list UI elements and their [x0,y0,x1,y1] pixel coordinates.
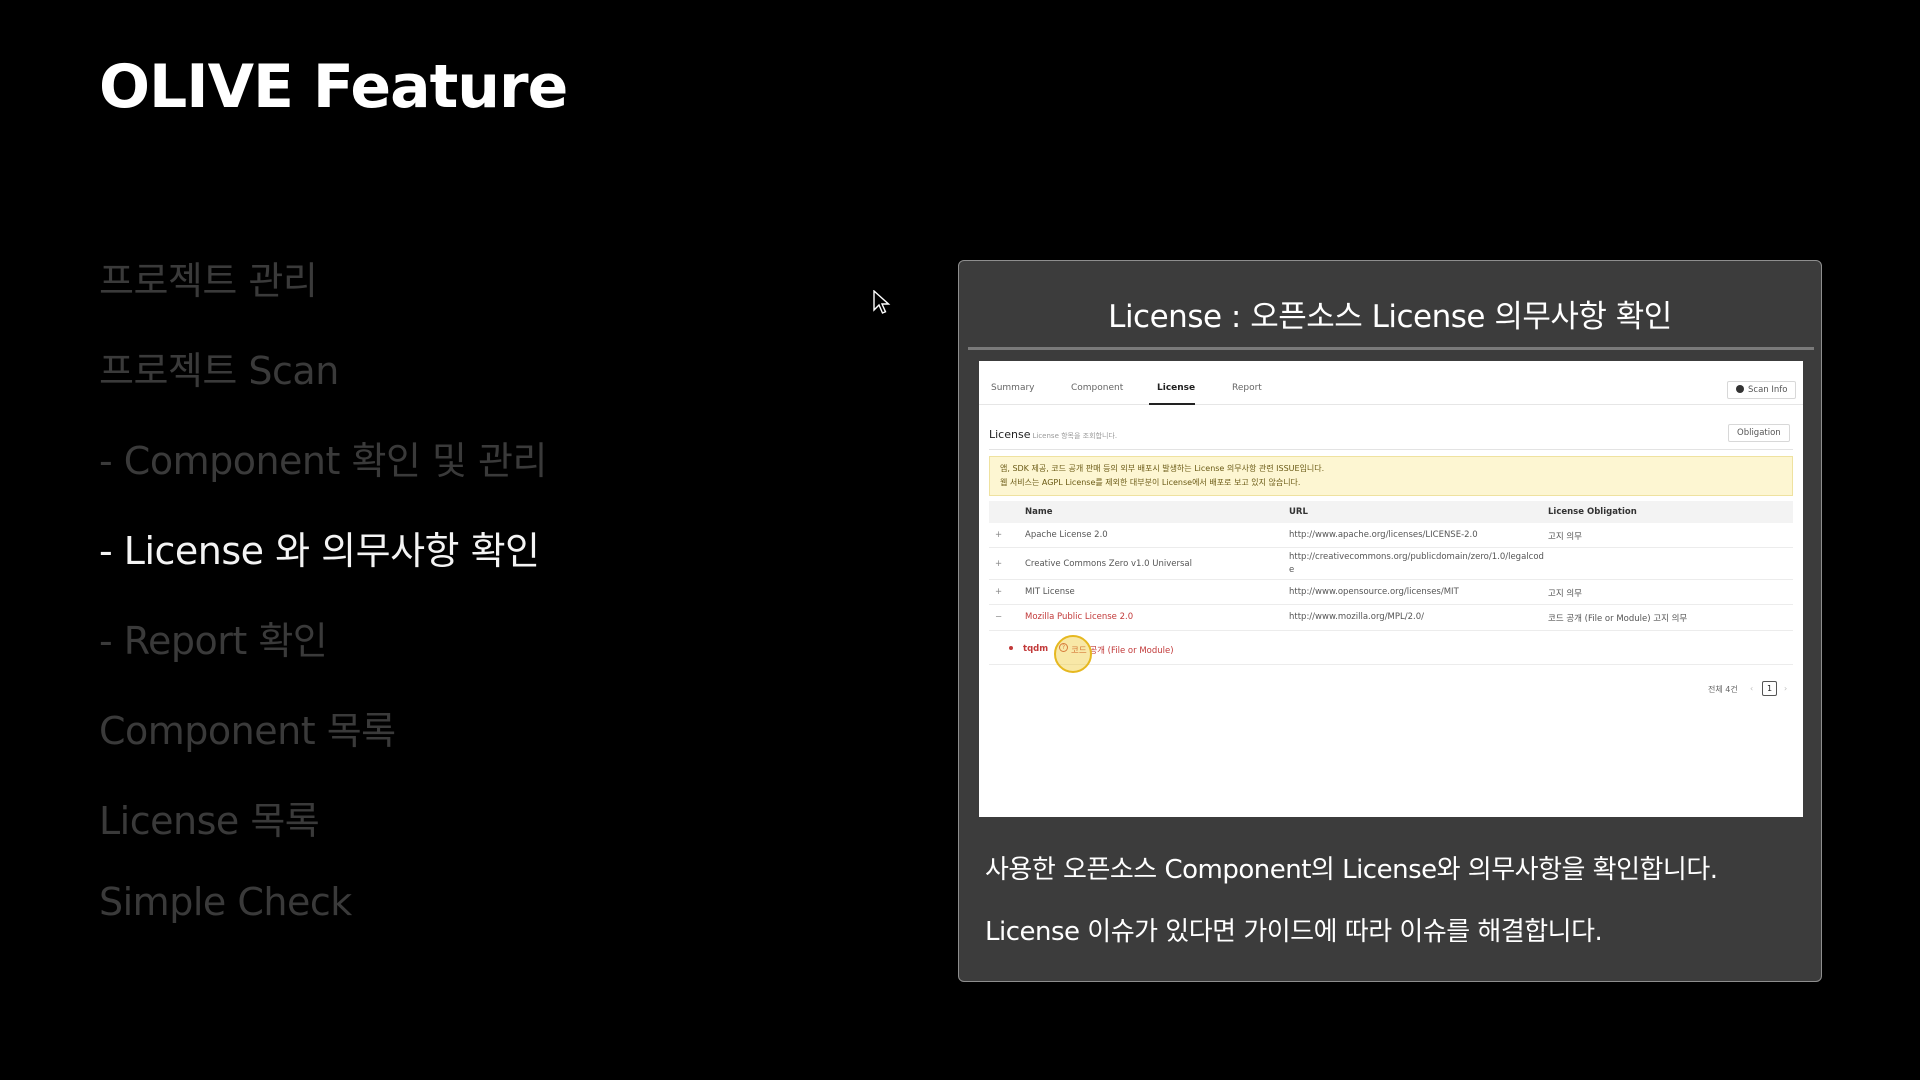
license-notice-banner: 앱, SDK 제공, 코드 공개 판매 등의 외부 배포시 발생하는 Licen… [989,456,1793,496]
license-name: Mozilla Public License 2.0 [1025,612,1134,622]
license-url[interactable]: http://www.apache.org/licenses/LICENSE-2… [1289,530,1478,540]
license-url[interactable]: http://creativecommons.org/publicdomain/… [1289,551,1545,577]
license-obligation: 코드 공개 (File or Module) 고지 의무 [1548,614,1688,624]
expand-icon[interactable]: + [995,559,1002,569]
menu-item-license-check: - License 와 의무사항 확인 [99,529,540,573]
header-obligation: License Obligation [1548,507,1637,517]
license-url[interactable]: http://www.mozilla.org/MPL/2.0/ [1289,612,1424,622]
tab-active-indicator [1149,403,1195,405]
license-heading: License [989,428,1031,441]
caption-line-2: License 이슈가 있다면 가이드에 따라 이슈를 해결합니다. [985,917,1603,947]
app-screenshot: Summary Component License Report Scan In… [979,361,1803,817]
table-header: Name URL License Obligation [989,501,1793,523]
info-icon [1736,385,1744,393]
table-row[interactable]: + MIT License http://www.opensource.org/… [989,580,1793,605]
menu-item-license-list: License 목록 [99,799,320,843]
header-url: URL [1289,507,1308,517]
license-obligation: 고지 의무 [1548,589,1582,599]
license-section-heading: License License 항목을 조회합니다. [989,428,1117,441]
bullet-icon [1009,646,1013,650]
prev-page-icon[interactable]: ‹ [1750,684,1753,693]
feature-menu: 프로젝트 관리 프로젝트 Scan - Component 확인 및 관리 - … [99,250,547,970]
license-name: Creative Commons Zero v1.0 Universal [1025,559,1192,569]
mouse-cursor-icon [873,290,891,314]
panel-title: License : 오픈소스 License 의무사항 확인 [1108,299,1672,335]
page-number-button[interactable]: 1 [1762,681,1777,696]
tab-component[interactable]: Component [1071,383,1123,393]
menu-item-simple-check: Simple Check [99,880,352,924]
tab-summary[interactable]: Summary [991,383,1035,393]
menu-item-project-management: 프로젝트 관리 [99,259,318,303]
panel-divider [968,347,1814,350]
license-name: MIT License [1025,587,1075,597]
tab-report[interactable]: Report [1232,383,1262,393]
license-feature-panel: License : 오픈소스 License 의무사항 확인 Summary C… [958,260,1822,982]
license-obligation: 고지 의무 [1548,532,1582,542]
pagination-total: 전체 4건 [1708,685,1738,694]
expand-icon[interactable]: + [995,530,1002,540]
click-highlight [1054,635,1092,673]
section-divider [989,449,1793,450]
tab-bar: Summary Component License Report [979,375,1803,405]
menu-item-project-scan: 프로젝트 Scan [99,349,339,393]
slide-title: OLIVE Feature [99,52,568,122]
table-row[interactable]: + Creative Commons Zero v1.0 Universal h… [989,548,1793,580]
table-row[interactable]: + Apache License 2.0 http://www.apache.o… [989,523,1793,548]
notice-line: 앱, SDK 제공, 코드 공개 판매 등의 외부 배포시 발생하는 Licen… [1000,464,1325,473]
notice-line: 웹 서비스는 AGPL License를 제외한 대부분이 License에서 … [1000,478,1301,487]
expand-icon[interactable]: + [995,587,1002,597]
tab-license[interactable]: License [1157,383,1195,393]
license-name: Apache License 2.0 [1025,530,1108,540]
component-name[interactable]: tqdm [1023,644,1048,654]
scan-info-label: Scan Info [1748,385,1788,395]
table-row[interactable]: − Mozilla Public License 2.0 http://www.… [989,605,1793,631]
obligation-button[interactable]: Obligation [1728,424,1790,442]
collapse-icon[interactable]: − [995,612,1002,622]
header-name: Name [1025,507,1053,517]
next-page-icon[interactable]: › [1784,684,1787,693]
component-sub-row: tqdm ? 코드 공개 (File or Module) [989,637,1793,665]
menu-item-component-check: - Component 확인 및 관리 [99,439,547,483]
caption-line-1: 사용한 오픈소스 Component의 License와 의무사항을 확인합니다… [985,855,1718,885]
menu-item-component-list: Component 목록 [99,709,396,753]
menu-item-report-check: - Report 확인 [99,619,328,663]
license-url[interactable]: http://www.opensource.org/licenses/MIT [1289,587,1459,597]
scan-info-button[interactable]: Scan Info [1727,381,1797,399]
license-subheading: License 항목을 조회합니다. [1032,432,1118,440]
